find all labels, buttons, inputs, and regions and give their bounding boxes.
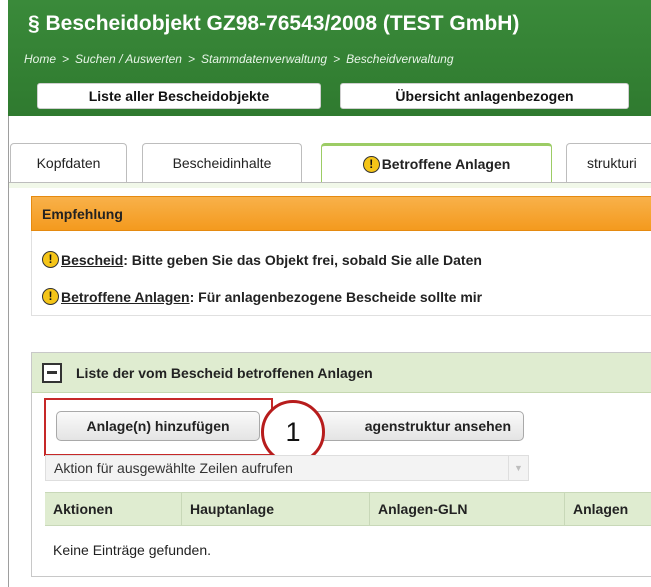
warning-icon: ! xyxy=(42,251,59,268)
recommendation-line: ! Bescheid: Bitte geben Sie das Objekt f… xyxy=(42,251,482,268)
breadcrumb-notice-management[interactable]: Bescheidverwaltung xyxy=(346,52,453,66)
tab-kopfdaten[interactable]: Kopfdaten xyxy=(10,143,127,182)
tab-strukturiert[interactable]: strukturi xyxy=(566,143,651,182)
tab-betroffene-anlagen[interactable]: ! Betroffene Anlagen xyxy=(321,143,552,182)
bescheid-link[interactable]: Bescheid xyxy=(61,252,123,268)
list-title: Liste der vom Bescheid betroffenen Anlag… xyxy=(76,364,373,381)
page-header: § Bescheidobjekt GZ98-76543/2008 (TEST G… xyxy=(8,0,651,116)
recommendation-heading: Empfehlung xyxy=(31,196,651,231)
tab-label: Betroffene Anlagen xyxy=(381,156,511,172)
overview-button[interactable]: Übersicht anlagenbezogen xyxy=(340,83,629,109)
row-action-select[interactable]: Aktion für ausgewählte Zeilen aufrufen ▼ xyxy=(45,455,529,481)
recommendation-body: ! Bescheid: Bitte geben Sie das Objekt f… xyxy=(31,231,651,316)
recommendation-text: : Bitte geben Sie das Objekt frei, sobal… xyxy=(123,251,482,268)
chevron-down-icon: ▼ xyxy=(508,456,528,480)
collapse-icon[interactable] xyxy=(42,362,62,383)
column-header-anlagen[interactable]: Anlagen xyxy=(565,493,651,525)
warning-icon: ! xyxy=(362,155,380,173)
list-all-objects-button[interactable]: Liste aller Bescheidobjekte xyxy=(37,83,321,109)
breadcrumb-master-data[interactable]: Stammdatenverwaltung xyxy=(201,52,327,66)
column-header-anlagen-gln[interactable]: Anlagen-GLN xyxy=(370,493,565,525)
tab-content-divider xyxy=(9,182,651,188)
highlight-box xyxy=(44,398,273,456)
recommendation-line: ! Betroffene Anlagen: Für anlagenbezogen… xyxy=(42,288,482,305)
breadcrumb-search[interactable]: Suchen / Auswerten xyxy=(75,52,182,66)
tab-bescheidinhalte[interactable]: Bescheidinhalte xyxy=(142,143,302,182)
table-header: Aktionen Hauptanlage Anlagen-GLN Anlagen xyxy=(45,492,651,526)
breadcrumb: Home > Suchen / Auswerten > Stammdatenverwal… xyxy=(24,52,454,66)
page-title: § Bescheidobjekt GZ98-76543/2008 (TEST G… xyxy=(28,12,520,35)
breadcrumb-home[interactable]: Home xyxy=(24,52,56,66)
recommendation-text: : Für anlagenbezogene Bescheide sollte m… xyxy=(189,288,483,305)
column-header-aktionen[interactable]: Aktionen xyxy=(45,493,182,525)
view-structure-button[interactable]: agenstruktur ansehen xyxy=(298,411,524,441)
column-header-hauptanlage[interactable]: Hauptanlage xyxy=(182,493,370,525)
warning-icon: ! xyxy=(42,288,59,305)
list-heading: Liste der vom Bescheid betroffenen Anlag… xyxy=(32,353,651,393)
empty-table-message: Keine Einträge gefunden. xyxy=(53,542,212,558)
betroffene-anlagen-link[interactable]: Betroffene Anlagen xyxy=(61,289,190,305)
row-action-select-value: Aktion für ausgewählte Zeilen aufrufen xyxy=(54,460,293,476)
